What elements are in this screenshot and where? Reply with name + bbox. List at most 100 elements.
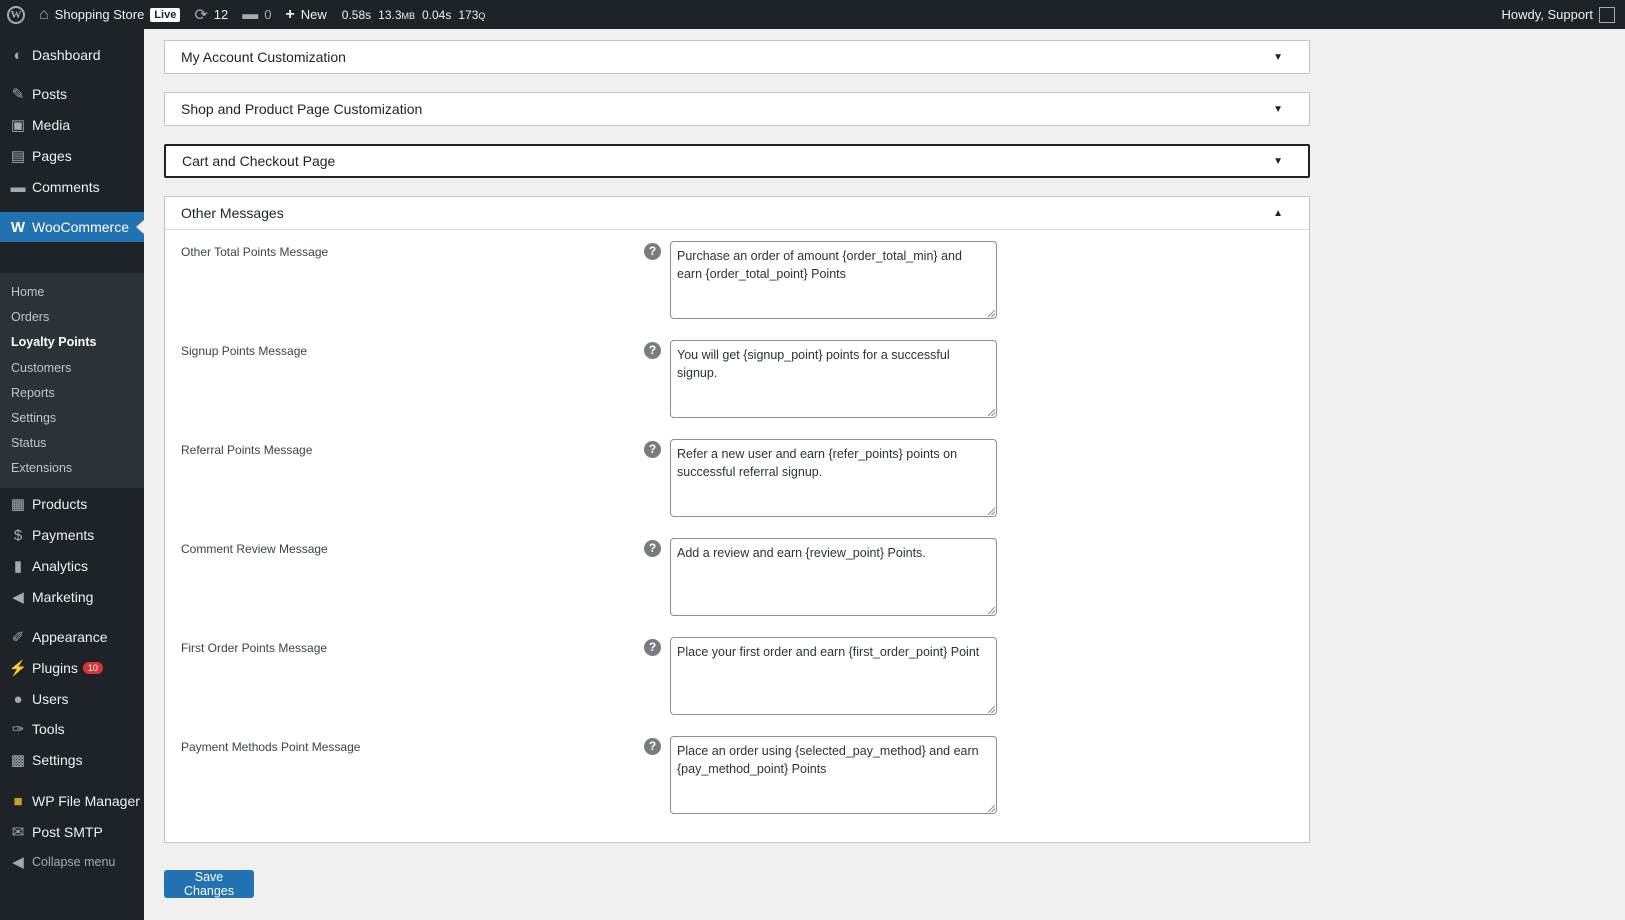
section-my-account[interactable]: My Account Customization ▼: [164, 40, 1310, 74]
live-badge: Live: [150, 7, 181, 22]
my-account-menu[interactable]: Howdy, Support: [1501, 6, 1625, 23]
section-header[interactable]: My Account Customization ▼: [165, 41, 1309, 73]
wp-logo-menu[interactable]: W: [0, 0, 32, 29]
section-header[interactable]: Cart and Checkout Page ▼: [166, 146, 1308, 176]
user-icon: ●: [13, 690, 23, 708]
help-icon[interactable]: ?: [644, 441, 661, 458]
updates-menu[interactable]: ⟳ 12: [187, 0, 235, 29]
field-first-order-points: First Order Points Message ? Place your …: [181, 629, 1291, 715]
menu-analytics[interactable]: ▮ Analytics: [0, 551, 144, 581]
field-label: Payment Methods Point Message: [181, 740, 361, 754]
menu-posts[interactable]: ✎ Posts: [0, 79, 144, 109]
field-label: Signup Points Message: [181, 344, 308, 358]
save-changes-button[interactable]: Save Changes: [164, 870, 254, 898]
field-label: First Order Points Message: [181, 641, 328, 655]
admin-bar: W ⌂ Shopping Store Live ⟳ 12 ▬ 0 + New 0…: [0, 0, 1625, 29]
help-icon[interactable]: ?: [644, 540, 661, 557]
help-icon[interactable]: ?: [644, 639, 661, 656]
menu-label: Pages: [32, 148, 72, 164]
section-other-messages: Other Messages ▲ Other Total Points Mess…: [164, 196, 1310, 843]
submenu-customers[interactable]: Customers: [11, 361, 71, 375]
plus-icon: +: [285, 5, 295, 23]
menu-pages[interactable]: ▤ Pages: [0, 141, 144, 171]
field-value: Place an order using {selected_pay_metho…: [677, 744, 979, 776]
submenu-extensions[interactable]: Extensions: [11, 461, 72, 475]
menu-label: Appearance: [32, 629, 108, 645]
signup-points-textarea[interactable]: You will get {signup_point} points for a…: [670, 340, 997, 418]
menu-plugins[interactable]: ⚡ Plugins 10: [0, 653, 144, 683]
menu-users[interactable]: ● Users: [0, 684, 144, 714]
collapse-menu-button[interactable]: ◀ Collapse menu: [0, 847, 144, 877]
qm-queries: 173Q: [458, 7, 486, 22]
section-shop-product[interactable]: Shop and Product Page Customization ▼: [164, 92, 1310, 126]
comment-review-textarea[interactable]: Add a review and earn {review_point} Poi…: [670, 538, 997, 616]
menu-label: Posts: [32, 86, 68, 102]
menu-label: WP File Manager: [32, 793, 140, 809]
resize-grip-icon[interactable]: [988, 508, 995, 515]
menu-appearance[interactable]: ✐ Appearance: [0, 622, 144, 652]
pages-icon: ▤: [10, 148, 26, 165]
resize-grip-icon[interactable]: [988, 805, 995, 812]
site-name-menu[interactable]: ⌂ Shopping Store Live: [32, 0, 187, 29]
menu-woocommerce[interactable]: W WooCommerce: [0, 212, 144, 242]
resize-grip-icon[interactable]: [988, 706, 995, 713]
menu-tools[interactable]: ✑ Tools: [0, 714, 144, 744]
comment-bubble-icon: ▬: [242, 5, 259, 23]
section-header[interactable]: Shop and Product Page Customization ▼: [165, 93, 1309, 125]
submenu-loyalty-points[interactable]: Loyalty Points: [11, 335, 96, 349]
referral-points-textarea[interactable]: Refer a new user and earn {refer_points}…: [670, 439, 997, 517]
menu-wp-file-manager[interactable]: ■ WP File Manager: [0, 786, 144, 816]
envelope-icon: ✉: [11, 824, 25, 841]
first-order-points-textarea[interactable]: Place your first order and earn {first_o…: [670, 637, 997, 715]
admin-sidebar: ◐ Dashboard ✎ Posts ▣ Media ▤ Pages ▬ Co…: [0, 29, 144, 920]
resize-grip-icon[interactable]: [988, 310, 995, 317]
section-title: Shop and Product Page Customization: [181, 101, 423, 117]
submenu-reports[interactable]: Reports: [11, 386, 55, 400]
help-icon[interactable]: ?: [644, 342, 661, 359]
menu-payments[interactable]: $ Payments: [0, 520, 144, 550]
field-payment-methods-point: Payment Methods Point Message ? Place an…: [181, 728, 1291, 814]
menu-label: Post SMTP: [32, 824, 103, 840]
submenu-status[interactable]: Status: [11, 436, 46, 450]
submenu-settings[interactable]: Settings: [11, 411, 56, 425]
menu-products[interactable]: ▦ Products: [0, 489, 144, 519]
section-cart-checkout[interactable]: Cart and Checkout Page ▼: [164, 144, 1310, 178]
resize-grip-icon[interactable]: [988, 607, 995, 614]
updates-icon: ⟳: [194, 6, 208, 24]
menu-label: Plugins: [32, 660, 78, 676]
plug-icon: ⚡: [8, 660, 28, 677]
menu-label: Media: [32, 117, 71, 133]
field-referral-points: Referral Points Message ? Refer a new us…: [181, 431, 1291, 517]
menu-settings[interactable]: ▩ Settings: [0, 745, 144, 775]
menu-label: Marketing: [32, 589, 94, 605]
field-value: Place your first order and earn {first_o…: [677, 645, 980, 659]
field-label: Referral Points Message: [181, 443, 313, 457]
menu-label: Payments: [32, 527, 95, 543]
comments-icon: ▬: [10, 178, 26, 196]
avatar: [1599, 6, 1615, 23]
field-value: Add a review and earn {review_point} Poi…: [677, 546, 926, 560]
caret-down-icon: ▼: [1273, 103, 1283, 115]
submenu-home[interactable]: Home: [11, 285, 44, 299]
comments-menu[interactable]: ▬ 0: [235, 0, 278, 29]
menu-comments[interactable]: ▬ Comments: [0, 172, 144, 202]
field-comment-review: Comment Review Message ? Add a review an…: [181, 530, 1291, 616]
home-icon: ⌂: [39, 5, 49, 23]
new-content-menu[interactable]: + New: [278, 0, 333, 29]
menu-media[interactable]: ▣ Media: [0, 110, 144, 140]
menu-dashboard[interactable]: ◐ Dashboard: [0, 40, 144, 70]
submenu-orders[interactable]: Orders: [11, 310, 49, 324]
payment-methods-point-textarea[interactable]: Place an order using {selected_pay_metho…: [670, 736, 997, 814]
query-monitor-menu[interactable]: 0.58s 13.3MB 0.04s 173Q: [334, 0, 493, 29]
other-total-points-textarea[interactable]: Purchase an order of amount {order_total…: [670, 241, 997, 319]
resize-grip-icon[interactable]: [988, 409, 995, 416]
section-title: Other Messages: [181, 205, 284, 221]
menu-marketing[interactable]: ◀ Marketing: [0, 582, 144, 612]
help-icon[interactable]: ?: [644, 243, 661, 260]
section-header[interactable]: Other Messages ▲: [165, 197, 1309, 230]
menu-post-smtp[interactable]: ✉ Post SMTP: [0, 817, 144, 847]
updates-count: 12: [213, 7, 229, 22]
dollar-icon: $: [13, 526, 23, 544]
dashboard-icon: ◐: [13, 46, 23, 64]
help-icon[interactable]: ?: [644, 738, 661, 755]
